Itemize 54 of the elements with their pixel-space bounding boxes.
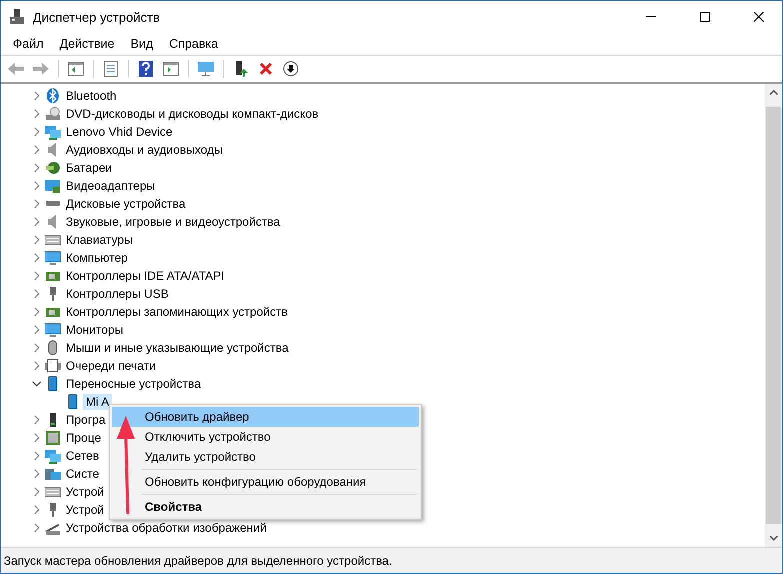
menu-item[interactable]: Справка [161,37,226,51]
context-menu-item[interactable]: Удалить устройство [112,447,419,467]
tree-item[interactable]: Устрой [63,484,108,500]
monitor-icon [45,322,61,338]
status-text: Запуск мастера обновления драйверов для выделенного устройства. [4,554,392,568]
battery-icon [45,160,61,176]
tree-item[interactable]: Видеоадаптеры [63,178,158,194]
tree-item[interactable]: Контроллеры IDE ATA/ATAPI [63,268,228,284]
tree-item[interactable]: Мыши и иные указывающие устройства [63,340,292,356]
tree-item[interactable]: Мониторы [63,322,126,338]
network-icon [45,124,61,140]
menu-item[interactable]: Вид [122,37,162,51]
tree-item[interactable]: Батареи [63,160,116,176]
context-menu-item[interactable]: Отключить устройство [112,427,419,447]
tree-item[interactable]: Устройства обработки изображений [63,520,270,536]
tree-item[interactable]: Устрой [63,502,108,518]
tree-item[interactable]: Mi A [83,394,112,410]
window-title: Диспетчер устройств [33,10,162,24]
processor-icon [45,430,61,446]
menu-item[interactable]: Действие [52,37,123,51]
tree-item[interactable]: Lenovo Vhid Device [63,124,176,140]
tree-item[interactable]: Bluetooth [63,88,120,104]
cross-icon [259,62,273,76]
tree-item[interactable]: DVD-дисководы и дисководы компакт-дисков [63,106,322,122]
display-adapter-icon [45,178,61,194]
tree-item[interactable]: Компьютер [63,250,132,266]
context-menu-item[interactable]: Обновить конфигурацию оборудования [112,472,419,492]
tree-item[interactable]: Дисковые устройства [63,196,189,212]
tree-item[interactable]: Проце [63,430,104,446]
bluetooth-icon [45,88,61,104]
scroll-down-icon[interactable] [770,536,778,541]
system-devices-icon [45,466,61,482]
maximize-icon [700,12,710,22]
tree-item[interactable]: Систе [63,466,102,482]
printer-icon [45,358,61,374]
menu-item[interactable]: Файл [5,37,52,51]
scrollbar[interactable] [765,84,782,547]
tree-item[interactable]: Контроллеры USB [63,286,172,302]
tree-item[interactable]: Переносные устройства [63,376,204,392]
monitor-icon [45,250,61,266]
tree-item[interactable]: Очереди печати [63,358,160,374]
tree-item[interactable]: Програ [63,412,109,428]
tree-item[interactable]: Звуковые, игровые и видеоустройства [63,214,284,230]
context-menu-item[interactable]: Обновить драйвер [112,407,419,427]
device-manager-icon [9,9,25,25]
tree-item[interactable]: Контроллеры запоминающих устройств [63,304,291,320]
tree-item[interactable]: Аудиовходы и аудиовыходы [63,142,226,158]
tree-item[interactable]: Сетев [63,448,102,464]
context-menu-item[interactable]: Свойства [112,497,419,517]
network-icon [45,448,61,464]
tree-item[interactable]: Клавиатуры [63,232,136,248]
scroll-up-icon[interactable] [770,90,778,95]
drive-icon [45,106,61,122]
close-icon [754,12,764,22]
